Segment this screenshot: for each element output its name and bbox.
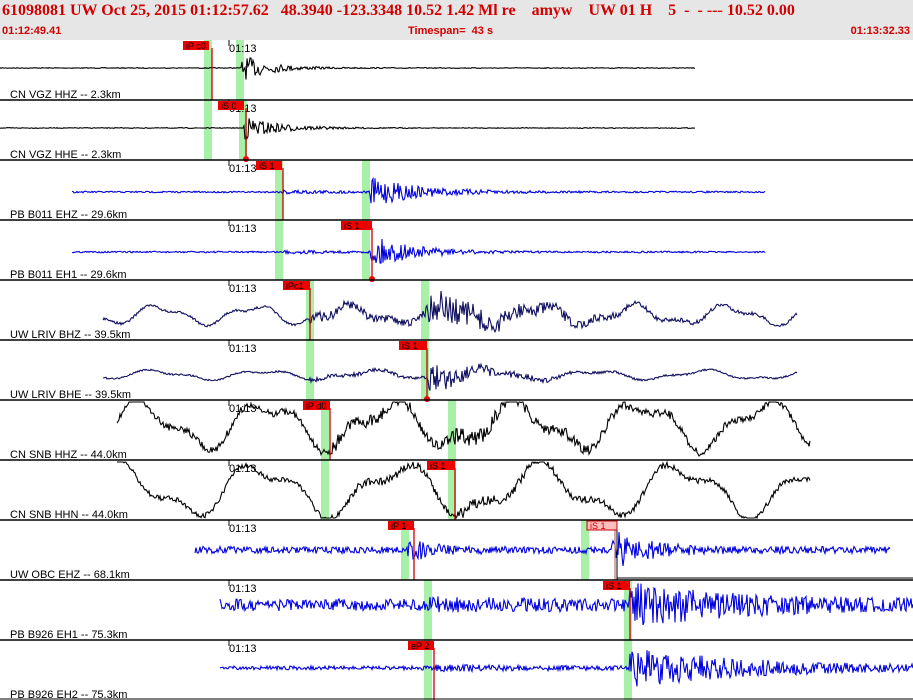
time-tick-label: 01:13 xyxy=(229,343,257,355)
pick-label: iPc1 xyxy=(286,281,304,291)
time-tick-label: 01:13 xyxy=(229,43,257,55)
pick-window-band xyxy=(321,460,329,520)
pick-window-band xyxy=(448,400,456,460)
channel-label: PB B926 EH1 -- 75.3km xyxy=(10,629,127,641)
time-tick-label: 01:13 xyxy=(229,583,257,595)
channel-label: PB B011 EHZ -- 29.6km xyxy=(10,209,127,221)
pick-window-band xyxy=(275,220,283,280)
waveform-trace[interactable] xyxy=(71,176,766,204)
time-tick-label: 01:13 xyxy=(229,463,257,475)
pick-window-band xyxy=(204,100,212,160)
waveform-trace[interactable] xyxy=(117,460,811,520)
waveform-trace[interactable] xyxy=(71,238,766,264)
waveform-trace[interactable] xyxy=(0,57,696,80)
pick-label: iS 1 xyxy=(259,161,275,171)
pick-window-band xyxy=(362,160,370,220)
pick-label: iS 1 xyxy=(430,461,446,471)
time-tick-label: 01:13 xyxy=(229,283,257,295)
channel-label: UW LRIV BHE -- 39.5km xyxy=(10,389,131,401)
time-tick-label: 01:13 xyxy=(229,163,257,175)
waveform-trace[interactable] xyxy=(116,400,811,457)
pick-label: iS 1 xyxy=(402,341,418,351)
pick-label: iS 0 xyxy=(221,101,237,111)
timespan-label: Timespan= 43 s xyxy=(408,25,494,37)
event-title: 61098081 UW Oct 25, 2015 01:12:57.62 48.… xyxy=(2,2,795,19)
channel-label: UW OBC EHZ -- 68.1km xyxy=(10,569,130,581)
waveform-trace[interactable] xyxy=(0,118,696,140)
channel-label: CN SNB HHN -- 44.0km xyxy=(10,509,128,521)
pick-window-band xyxy=(306,340,314,400)
waveform-trace[interactable] xyxy=(194,532,891,566)
channel-label: PB B926 EH2 -- 75.3km xyxy=(10,689,127,700)
time-tick-label: 01:13 xyxy=(229,523,257,535)
time-tick-label: 01:13 xyxy=(229,403,257,415)
pick-dot xyxy=(369,276,375,282)
pick-label: iS 1 xyxy=(344,221,360,231)
header-bar: 61098081 UW Oct 25, 2015 01:12:57.62 48.… xyxy=(0,0,913,40)
seismogram-panel[interactable]: 01:13 CN VGZ HHZ -- 2.3km iP c0 01:13 CN VGZ… xyxy=(0,40,913,700)
channel-label: CN SNB HHZ -- 44.0km xyxy=(10,449,127,461)
pick-label: iP c0 xyxy=(186,41,206,51)
waveform-trace[interactable] xyxy=(102,290,798,334)
end-time: 01:13:32.33 xyxy=(850,25,910,37)
time-tick-label: 01:13 xyxy=(229,643,257,655)
pick-label: eP 2 xyxy=(411,641,429,651)
pick-label: iS 1 xyxy=(590,521,606,531)
pick-label: iP 1 xyxy=(391,521,406,531)
pick-dot xyxy=(424,396,430,402)
waveform-trace[interactable] xyxy=(219,583,913,626)
pick-label: iP d0 xyxy=(306,401,326,411)
pick-dot xyxy=(243,156,249,162)
pick-label: iS 1 xyxy=(606,581,622,591)
waveform-trace[interactable] xyxy=(102,362,798,391)
channel-label: CN VGZ HHZ -- 2.3km xyxy=(10,89,121,101)
channel-label: CN VGZ HHE -- 2.3km xyxy=(10,149,121,161)
channel-label: PB B011 EH1 -- 29.6km xyxy=(10,269,127,281)
waveform-trace[interactable] xyxy=(219,650,913,687)
channel-label: UW LRIV BHZ -- 39.5km xyxy=(10,329,130,341)
start-time: 01:12:49.41 xyxy=(2,25,62,37)
time-tick-label: 01:13 xyxy=(229,223,257,235)
